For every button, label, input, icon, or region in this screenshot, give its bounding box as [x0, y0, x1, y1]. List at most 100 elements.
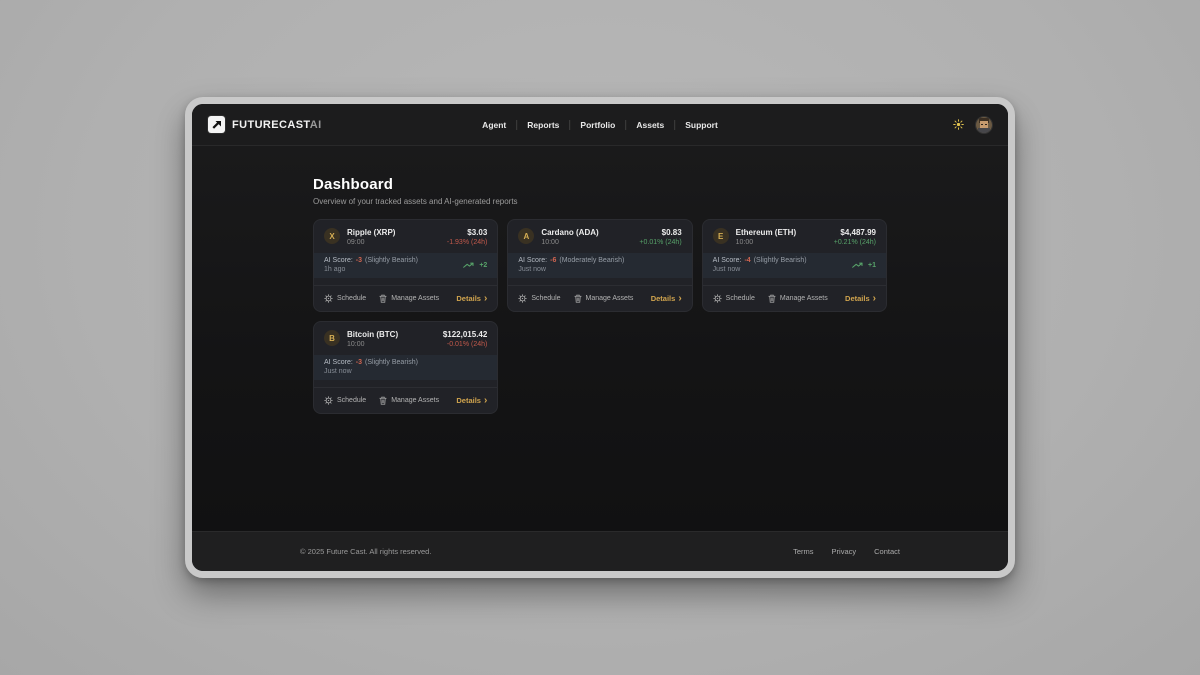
card-header: E Ethereum (ETH) 10:00 $4,487.99 +0.21% … [703, 220, 886, 246]
ai-score-panel: AI Score:-3(Slightly Bearish) 1h ago +2 [314, 253, 497, 278]
card-actions: Schedule Manage Assets Details › [703, 285, 886, 311]
nav-divider [569, 120, 570, 130]
chevron-right-icon: › [484, 396, 487, 406]
last-updated: 1h ago [324, 266, 418, 273]
details-label: Details [456, 396, 481, 405]
ai-sentiment: (Slightly Bearish) [365, 257, 418, 264]
ai-sentiment: (Moderately Bearish) [559, 257, 624, 264]
nav-divider [625, 120, 626, 130]
top-navbar: FUTURECASTAI Agent Reports Portfolio Ass… [192, 104, 1008, 146]
card-header: X Ripple (XRP) 09:00 $3.03 -1.93% (24h) [314, 220, 497, 246]
footer-links: Terms Privacy Contact [793, 547, 900, 556]
asset-price: $4,487.99 [834, 228, 876, 237]
asset-change: +0.21% (24h) [834, 239, 876, 246]
manage-assets-button[interactable]: Manage Assets [379, 396, 439, 405]
asset-name: Cardano (ADA) [541, 228, 598, 237]
nav-item-agent[interactable]: Agent [482, 120, 506, 130]
theme-toggle-button[interactable] [953, 119, 964, 130]
ai-score-value: -3 [356, 257, 362, 264]
asset-time: 10:00 [541, 239, 598, 246]
schedule-button[interactable]: Schedule [518, 294, 560, 303]
ai-score-label: AI Score: [713, 257, 742, 264]
ai-score-label: AI Score: [324, 359, 353, 366]
trash-icon [379, 294, 387, 303]
user-avatar[interactable] [976, 117, 992, 133]
gear-icon [324, 396, 333, 405]
manage-assets-label: Manage Assets [391, 397, 439, 404]
main-nav: Agent Reports Portfolio Assets Support [482, 120, 718, 130]
asset-price: $3.03 [447, 228, 487, 237]
manage-assets-button[interactable]: Manage Assets [379, 294, 439, 303]
manage-assets-button[interactable]: Manage Assets [574, 294, 634, 303]
asset-card-ethereum: E Ethereum (ETH) 10:00 $4,487.99 +0.21% … [702, 219, 887, 312]
asset-card-bitcoin: B Bitcoin (BTC) 10:00 $122,015.42 -0.01%… [313, 321, 498, 414]
asset-price: $0.83 [639, 228, 681, 237]
card-header: A Cardano (ADA) 10:00 $0.83 +0.01% (24h) [508, 220, 691, 246]
brand-name: FUTURECASTAI [232, 119, 322, 131]
app-window: FUTURECASTAI Agent Reports Portfolio Ass… [185, 97, 1015, 578]
asset-change: -1.93% (24h) [447, 239, 487, 246]
trend-delta: +2 [463, 262, 487, 269]
chevron-right-icon: › [484, 294, 487, 304]
page-title: Dashboard [313, 176, 887, 193]
manage-assets-button[interactable]: Manage Assets [768, 294, 828, 303]
card-actions: Schedule Manage Assets Details › [314, 285, 497, 311]
manage-assets-label: Manage Assets [780, 295, 828, 302]
nav-item-reports[interactable]: Reports [527, 120, 559, 130]
copyright-text: © 2025 Future Cast. All rights reserved. [300, 547, 431, 556]
schedule-label: Schedule [337, 295, 366, 302]
nav-item-assets[interactable]: Assets [636, 120, 664, 130]
navbar-right [953, 117, 992, 133]
schedule-label: Schedule [337, 397, 366, 404]
details-button[interactable]: Details › [456, 294, 487, 304]
card-actions: Schedule Manage Assets Details › [314, 387, 497, 413]
brand[interactable]: FUTURECASTAI [208, 116, 322, 133]
footer-link-privacy[interactable]: Privacy [832, 547, 857, 556]
details-label: Details [845, 294, 870, 303]
details-button[interactable]: Details › [845, 294, 876, 304]
ai-score-label: AI Score: [324, 257, 353, 264]
last-updated: Just now [713, 266, 807, 273]
ai-score-label: AI Score: [518, 257, 547, 264]
asset-name: Ethereum (ETH) [736, 228, 796, 237]
asset-price: $122,015.42 [443, 330, 488, 339]
asset-change: +0.01% (24h) [639, 239, 681, 246]
schedule-button[interactable]: Schedule [324, 294, 366, 303]
ai-score-value: -3 [356, 359, 362, 366]
asset-card-grid: X Ripple (XRP) 09:00 $3.03 -1.93% (24h) … [313, 219, 887, 414]
details-button[interactable]: Details › [456, 396, 487, 406]
details-button[interactable]: Details › [651, 294, 682, 304]
schedule-button[interactable]: Schedule [324, 396, 366, 405]
asset-time: 10:00 [736, 239, 796, 246]
trash-icon [768, 294, 776, 303]
trending-up-icon [852, 262, 865, 269]
chevron-right-icon: › [678, 294, 681, 304]
asset-change: -0.01% (24h) [443, 341, 488, 348]
page-subtitle: Overview of your tracked assets and AI-g… [313, 197, 887, 206]
ai-score-panel: AI Score:-4(Slightly Bearish) Just now +… [703, 253, 886, 278]
ai-sentiment: (Slightly Bearish) [365, 359, 418, 366]
coin-badge: E [713, 228, 729, 244]
card-header: B Bitcoin (BTC) 10:00 $122,015.42 -0.01%… [314, 322, 497, 348]
asset-time: 09:00 [347, 239, 395, 246]
schedule-button[interactable]: Schedule [713, 294, 755, 303]
schedule-label: Schedule [531, 295, 560, 302]
nav-divider [516, 120, 517, 130]
asset-name: Bitcoin (BTC) [347, 330, 398, 339]
coin-badge: B [324, 330, 340, 346]
nav-item-portfolio[interactable]: Portfolio [580, 120, 615, 130]
nav-item-support[interactable]: Support [685, 120, 718, 130]
manage-assets-label: Manage Assets [391, 295, 439, 302]
trend-delta: +1 [852, 262, 876, 269]
app-footer: © 2025 Future Cast. All rights reserved.… [192, 531, 1008, 571]
ai-score-value: -6 [550, 257, 556, 264]
footer-link-terms[interactable]: Terms [793, 547, 813, 556]
nav-divider [674, 120, 675, 130]
gear-icon [518, 294, 527, 303]
gear-icon [713, 294, 722, 303]
chevron-right-icon: › [873, 294, 876, 304]
asset-card-cardano: A Cardano (ADA) 10:00 $0.83 +0.01% (24h)… [507, 219, 692, 312]
footer-link-contact[interactable]: Contact [874, 547, 900, 556]
coin-badge: A [518, 228, 534, 244]
manage-assets-label: Manage Assets [586, 295, 634, 302]
